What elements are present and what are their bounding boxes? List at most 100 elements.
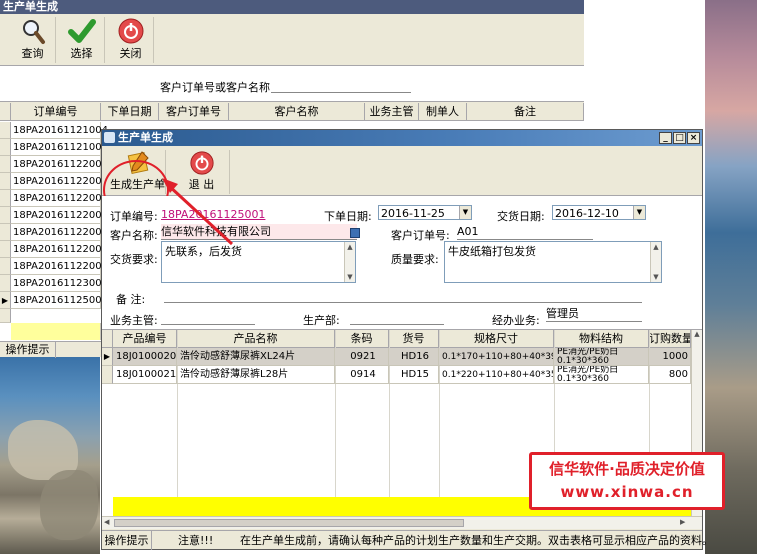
search-input[interactable] xyxy=(271,77,411,93)
status-label: 操作提示 xyxy=(0,342,56,358)
minimize-button[interactable]: _ xyxy=(659,132,672,144)
summary-row xyxy=(11,323,101,340)
col-header[interactable]: 订单编号 xyxy=(11,103,101,121)
table-cell[interactable]: PE消光/PE奶白 0.1*30*360 xyxy=(554,348,649,366)
table-row[interactable]: 18PA20161122001 xyxy=(11,156,108,173)
table-row[interactable]: 18PA20161123001 xyxy=(11,275,108,292)
exit-button[interactable]: 退 出 xyxy=(174,150,230,194)
row-indicator xyxy=(0,275,11,292)
sales-manager-input[interactable] xyxy=(161,309,255,325)
remark-input[interactable] xyxy=(164,287,642,303)
customer-picker-icon[interactable] xyxy=(350,228,360,238)
table-row[interactable]: 18PA20161121005 xyxy=(11,139,108,156)
table-cell[interactable]: HD16 xyxy=(389,348,439,366)
scroll-up-icon[interactable]: ▲ xyxy=(345,242,355,252)
table-row[interactable]: 18PA20161122007 xyxy=(11,258,108,275)
customer-order-label: 客户订单号: xyxy=(391,229,450,242)
table-cell[interactable]: 18J0100021 xyxy=(113,366,177,384)
table-cell[interactable]: 18J0100020 xyxy=(113,348,177,366)
order-no-label: 订单编号: xyxy=(110,210,158,223)
scroll-down-icon[interactable]: ▼ xyxy=(345,272,355,282)
table-cell[interactable]: 0.1*170+110+80+40*390 xyxy=(439,348,554,366)
dialog-toolbar: 生成生产单 退 出 xyxy=(102,146,702,220)
table-row[interactable]: 18PA20161121004 xyxy=(11,122,108,139)
magnifier-icon xyxy=(10,17,55,47)
table-row[interactable]: 18PA20161122005 xyxy=(11,224,108,241)
maximize-button[interactable]: □ xyxy=(673,132,686,144)
scroll-right-icon[interactable]: ▶ xyxy=(680,518,685,526)
handler-value[interactable]: 管理员 xyxy=(546,306,642,322)
col-header[interactable]: 产品编号 xyxy=(113,330,177,348)
customer-order-input[interactable]: A01 xyxy=(457,224,593,240)
table-cell[interactable]: 800 xyxy=(649,366,691,384)
col-header[interactable]: 备注 xyxy=(467,103,584,121)
current-row-indicator: ▶ xyxy=(0,292,11,309)
watermark-slogan: 信华软件·品质决定价值 xyxy=(549,460,705,478)
row-indicator xyxy=(0,190,11,207)
col-header[interactable]: 规格尺寸 xyxy=(439,330,554,348)
row-indicator xyxy=(0,258,11,275)
table-cell[interactable]: 0.1*220+110+80+40*350 xyxy=(439,366,554,384)
delivery-date-value: 2016-12-10 xyxy=(555,207,619,220)
order-date-picker[interactable]: 2016-11-25 ▼ xyxy=(378,205,472,220)
scroll-up-icon[interactable]: ▲ xyxy=(692,330,702,338)
col-header[interactable]: 货号 xyxy=(389,330,439,348)
scroll-down-icon[interactable]: ▼ xyxy=(651,272,661,282)
table-row[interactable]: 18PA20161122003 xyxy=(11,190,108,207)
delivery-date-picker[interactable]: 2016-12-10 ▼ xyxy=(552,205,646,220)
status-label: 操作提示 xyxy=(102,531,152,550)
query-button[interactable]: 查询 xyxy=(10,17,56,63)
order-no-value[interactable]: 18PA20161125001 xyxy=(161,208,265,221)
col-header[interactable]: 客户名称 xyxy=(229,103,365,121)
scroll-thumb[interactable] xyxy=(114,519,464,527)
customer-name-value[interactable]: 信华软件科技有限公司 xyxy=(161,224,357,240)
table-row[interactable]: 18PA20161122006 xyxy=(11,241,108,258)
close-window-button[interactable]: × xyxy=(687,132,700,144)
delivery-req-textarea[interactable]: 先联系，后发货 ▲ ▼ xyxy=(161,241,356,283)
table-cell[interactable]: 0914 xyxy=(335,366,389,384)
wallpaper-rock xyxy=(40,470,98,540)
table-row[interactable]: 18PA20161122002 xyxy=(11,173,108,190)
table-row[interactable]: 18PA20161122004 xyxy=(11,207,108,224)
scroll-up-icon[interactable]: ▲ xyxy=(651,242,661,252)
col-header[interactable]: 条码 xyxy=(335,330,389,348)
col-header[interactable]: 下单日期 xyxy=(101,103,159,121)
quality-req-textarea[interactable]: 牛皮纸箱打包发货 ▲ ▼ xyxy=(444,241,662,283)
col-header[interactable]: 业务主管 xyxy=(365,103,419,121)
select-button[interactable]: 选择 xyxy=(59,17,105,63)
table-cell[interactable]: 浩伶动感舒薄尿裤XL24片 xyxy=(177,348,335,366)
checkmark-icon xyxy=(59,17,104,47)
col-header[interactable]: 订购数量 xyxy=(649,330,691,348)
scroll-left-icon[interactable]: ◀ xyxy=(104,518,109,526)
scrollbar[interactable]: ▲ ▼ xyxy=(344,242,355,282)
row-indicator xyxy=(0,173,11,190)
table-cell[interactable]: 0921 xyxy=(335,348,389,366)
select-label: 选择 xyxy=(70,47,93,60)
status-note: 注意!!! xyxy=(178,534,214,547)
production-dept-input[interactable] xyxy=(350,309,444,325)
col-header[interactable]: 物料结构 xyxy=(554,330,649,348)
row-indicator xyxy=(102,366,113,384)
table-cell[interactable]: 1000 xyxy=(649,348,691,366)
row-indicator xyxy=(0,207,11,224)
table-cell[interactable]: HD15 xyxy=(389,366,439,384)
table-cell[interactable]: 浩伶动感舒薄尿裤L28片 xyxy=(177,366,335,384)
chevron-down-icon[interactable]: ▼ xyxy=(633,206,645,219)
scrollbar[interactable]: ▲ ▼ xyxy=(650,242,661,282)
dialog-title: 生产单生成 xyxy=(118,131,173,144)
horizontal-scrollbar[interactable]: ◀ ▶ xyxy=(102,516,702,529)
app-icon xyxy=(104,132,115,143)
col-header[interactable]: 制单人 xyxy=(419,103,467,121)
dialog-status-bar: 操作提示 注意!!! 在生产单生成前，请确认每种产品的计划生产数量和生产交期。双… xyxy=(102,530,713,550)
current-row-indicator: ▶ xyxy=(102,348,113,366)
table-cell[interactable]: PE消光/PE奶白 0.1*30*360 xyxy=(554,366,649,384)
dialog-title-bar[interactable]: 生产单生成 _ □ × xyxy=(102,130,702,146)
close-button[interactable]: 关闭 xyxy=(108,17,154,63)
chevron-down-icon[interactable]: ▼ xyxy=(459,206,471,219)
customer-name-label: 客户名称: xyxy=(110,229,158,242)
col-header[interactable]: 产品名称 xyxy=(177,330,335,348)
col-header[interactable]: 客户订单号 xyxy=(159,103,229,121)
search-label: 客户订单号或客户名称 xyxy=(160,81,270,94)
row-indicator xyxy=(0,241,11,258)
table-row-selected[interactable]: 18PA20161125001 xyxy=(11,292,108,309)
